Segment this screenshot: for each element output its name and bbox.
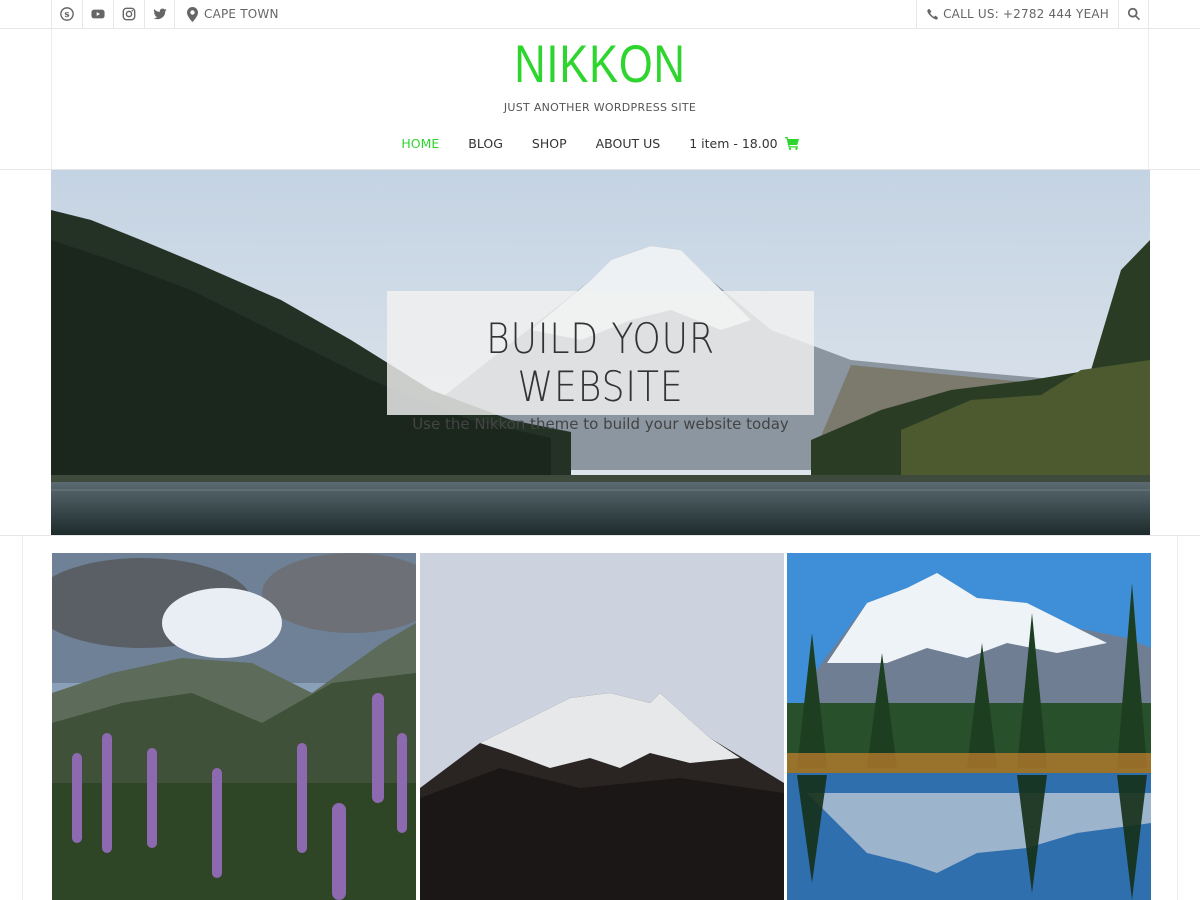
skype-icon[interactable] bbox=[51, 0, 82, 28]
main-nav: HOME BLOG SHOP ABOUT US 1 item - 18.00 bbox=[52, 136, 1148, 151]
top-bar: CAPE TOWN CALL US: +2782 444 YEAH bbox=[0, 0, 1200, 29]
search-icon bbox=[1127, 7, 1140, 21]
hero-subtitle: Use the Nikkon theme to build your websi… bbox=[412, 415, 789, 433]
cart-label: 1 item - 18.00 bbox=[689, 136, 778, 151]
nav-item-blog[interactable]: BLOG bbox=[468, 136, 503, 151]
social-links bbox=[51, 0, 175, 28]
gallery-tile[interactable] bbox=[52, 553, 416, 900]
hero-section: BUILD YOUR WEBSITE Use the Nikkon theme … bbox=[0, 170, 1200, 536]
phone-info: CALL US: +2782 444 YEAH bbox=[916, 0, 1119, 28]
gallery-tile[interactable] bbox=[787, 553, 1151, 900]
snowy-peak-image bbox=[420, 553, 784, 900]
shopping-cart-icon bbox=[784, 137, 799, 150]
hero-slider: BUILD YOUR WEBSITE Use the Nikkon theme … bbox=[51, 170, 1150, 535]
search-button[interactable] bbox=[1118, 0, 1149, 28]
gallery-tile[interactable] bbox=[420, 553, 784, 900]
nav-item-shop[interactable]: SHOP bbox=[532, 136, 567, 151]
site-title[interactable]: NIKKON bbox=[151, 35, 1050, 95]
hero-title: BUILD YOUR WEBSITE bbox=[486, 314, 715, 411]
phone-label: CALL US: +2782 444 YEAH bbox=[943, 7, 1109, 21]
site-tagline: JUST ANOTHER WORDPRESS SITE bbox=[503, 101, 697, 114]
instagram-icon[interactable] bbox=[113, 0, 144, 28]
mountain-lake-image bbox=[787, 553, 1151, 900]
location-label: CAPE TOWN bbox=[204, 7, 279, 21]
phone-icon bbox=[927, 8, 939, 20]
nav-item-about-us[interactable]: ABOUT US bbox=[596, 136, 661, 151]
map-marker-icon bbox=[187, 6, 198, 22]
nav-item-home[interactable]: HOME bbox=[401, 136, 439, 151]
youtube-icon[interactable] bbox=[82, 0, 113, 28]
location: CAPE TOWN bbox=[175, 0, 279, 28]
hero-caption-box: BUILD YOUR WEBSITE Use the Nikkon theme … bbox=[387, 291, 814, 433]
featured-gallery bbox=[22, 536, 1178, 900]
site-header: NIKKON JUST ANOTHER WORDPRESS SITE HOME … bbox=[0, 29, 1200, 170]
lupine-valley-image bbox=[52, 553, 416, 900]
cart-link[interactable]: 1 item - 18.00 bbox=[689, 136, 799, 151]
twitter-icon[interactable] bbox=[144, 0, 175, 28]
